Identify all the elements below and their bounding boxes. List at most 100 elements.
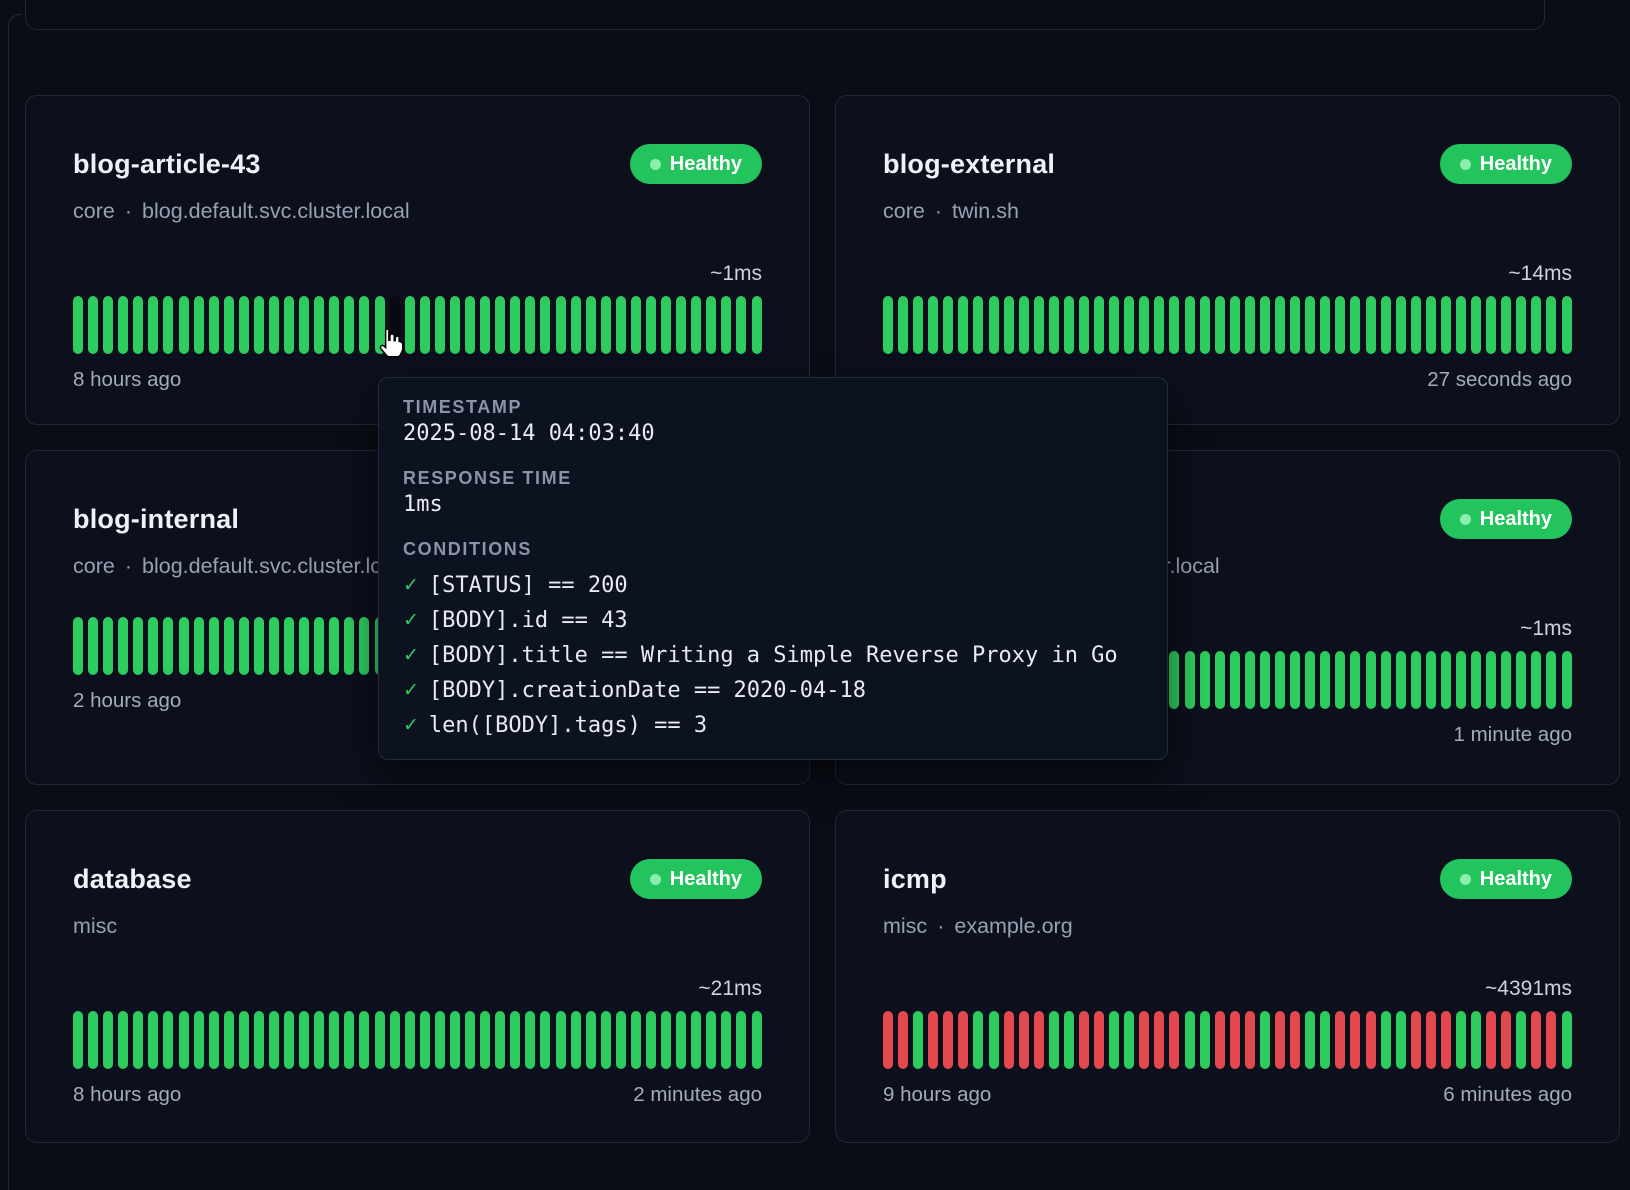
uptime-bar[interactable]: [284, 296, 294, 354]
uptime-bar[interactable]: [510, 1011, 520, 1069]
uptime-bar[interactable]: [1200, 651, 1210, 709]
uptime-bar[interactable]: [1260, 1011, 1270, 1069]
uptime-bar[interactable]: [148, 296, 158, 354]
uptime-bar[interactable]: [1260, 651, 1270, 709]
uptime-bar[interactable]: [928, 296, 938, 354]
uptime-bar[interactable]: [88, 296, 98, 354]
uptime-bar[interactable]: [1350, 1011, 1360, 1069]
uptime-bar[interactable]: [1350, 296, 1360, 354]
uptime-bar[interactable]: [1305, 296, 1315, 354]
uptime-bar[interactable]: [224, 296, 234, 354]
uptime-bar[interactable]: [1396, 296, 1406, 354]
uptime-bar[interactable]: [1381, 296, 1391, 354]
uptime-bar[interactable]: [928, 1011, 938, 1069]
uptime-bars[interactable]: [883, 296, 1572, 354]
uptime-bar[interactable]: [540, 296, 550, 354]
uptime-bar[interactable]: [359, 617, 369, 675]
uptime-bar[interactable]: [736, 1011, 746, 1069]
uptime-bar[interactable]: [269, 617, 279, 675]
uptime-bar[interactable]: [405, 296, 415, 354]
uptime-bar[interactable]: [571, 1011, 581, 1069]
uptime-bar[interactable]: [480, 1011, 490, 1069]
uptime-bar[interactable]: [1516, 651, 1526, 709]
uptime-bar[interactable]: [1139, 296, 1149, 354]
uptime-bar[interactable]: [344, 296, 354, 354]
uptime-bar[interactable]: [1200, 296, 1210, 354]
uptime-bar[interactable]: [420, 1011, 430, 1069]
uptime-bar[interactable]: [284, 1011, 294, 1069]
uptime-bar[interactable]: [1516, 296, 1526, 354]
uptime-bar[interactable]: [510, 296, 520, 354]
uptime-bar[interactable]: [943, 296, 953, 354]
uptime-bar[interactable]: [1411, 296, 1421, 354]
uptime-bar[interactable]: [556, 1011, 566, 1069]
uptime-bar[interactable]: [958, 296, 968, 354]
uptime-bar[interactable]: [1426, 296, 1436, 354]
uptime-bar[interactable]: [329, 617, 339, 675]
uptime-bar[interactable]: [209, 617, 219, 675]
uptime-bar[interactable]: [1109, 1011, 1119, 1069]
monitor-title[interactable]: database: [73, 864, 192, 895]
uptime-bar[interactable]: [239, 1011, 249, 1069]
uptime-bars[interactable]: [73, 1011, 762, 1069]
uptime-bar[interactable]: [646, 296, 656, 354]
uptime-bar[interactable]: [1501, 296, 1511, 354]
uptime-bar[interactable]: [1260, 296, 1270, 354]
uptime-bar[interactable]: [676, 1011, 686, 1069]
uptime-bar-hovered[interactable]: [390, 296, 400, 354]
uptime-bar[interactable]: [314, 1011, 324, 1069]
uptime-bar[interactable]: [676, 296, 686, 354]
uptime-bar[interactable]: [1366, 651, 1376, 709]
uptime-bar[interactable]: [1562, 651, 1572, 709]
uptime-bar[interactable]: [1200, 1011, 1210, 1069]
uptime-bar[interactable]: [736, 296, 746, 354]
uptime-bar[interactable]: [1185, 296, 1195, 354]
uptime-bar[interactable]: [1486, 651, 1496, 709]
uptime-bar[interactable]: [1486, 296, 1496, 354]
uptime-bar[interactable]: [1396, 1011, 1406, 1069]
uptime-bar[interactable]: [706, 296, 716, 354]
uptime-bar[interactable]: [973, 296, 983, 354]
uptime-bar[interactable]: [631, 296, 641, 354]
uptime-bar[interactable]: [1350, 651, 1360, 709]
uptime-bar[interactable]: [540, 1011, 550, 1069]
uptime-bar[interactable]: [1305, 651, 1315, 709]
monitor-title[interactable]: blog-article-43: [73, 149, 261, 180]
uptime-bar[interactable]: [1486, 1011, 1496, 1069]
uptime-bar[interactable]: [1169, 1011, 1179, 1069]
uptime-bar[interactable]: [375, 1011, 385, 1069]
uptime-bar[interactable]: [1275, 651, 1285, 709]
uptime-bar[interactable]: [179, 296, 189, 354]
uptime-bar[interactable]: [1335, 651, 1345, 709]
uptime-bar[interactable]: [239, 296, 249, 354]
uptime-bar[interactable]: [103, 617, 113, 675]
uptime-bar[interactable]: [73, 296, 83, 354]
uptime-bar[interactable]: [359, 296, 369, 354]
uptime-bar[interactable]: [1154, 296, 1164, 354]
uptime-bar[interactable]: [118, 296, 128, 354]
uptime-bar[interactable]: [752, 296, 762, 354]
uptime-bars[interactable]: [883, 1011, 1572, 1069]
uptime-bar[interactable]: [1335, 1011, 1345, 1069]
uptime-bar[interactable]: [1230, 651, 1240, 709]
uptime-bar[interactable]: [1320, 296, 1330, 354]
uptime-bar[interactable]: [179, 617, 189, 675]
uptime-bar[interactable]: [913, 1011, 923, 1069]
uptime-bar[interactable]: [1546, 1011, 1556, 1069]
uptime-bar[interactable]: [1019, 296, 1029, 354]
uptime-bar[interactable]: [1064, 296, 1074, 354]
uptime-bar[interactable]: [420, 296, 430, 354]
uptime-bar[interactable]: [1381, 651, 1391, 709]
uptime-bar[interactable]: [224, 1011, 234, 1069]
monitor-title[interactable]: blog-external: [883, 149, 1055, 180]
uptime-bar[interactable]: [1501, 1011, 1511, 1069]
uptime-bar[interactable]: [661, 1011, 671, 1069]
uptime-bar[interactable]: [1154, 1011, 1164, 1069]
uptime-bar[interactable]: [661, 296, 671, 354]
uptime-bar[interactable]: [1034, 296, 1044, 354]
uptime-bar[interactable]: [1471, 651, 1481, 709]
uptime-bar[interactable]: [1441, 1011, 1451, 1069]
uptime-bar[interactable]: [706, 1011, 716, 1069]
uptime-bar[interactable]: [179, 1011, 189, 1069]
uptime-bar[interactable]: [1501, 651, 1511, 709]
